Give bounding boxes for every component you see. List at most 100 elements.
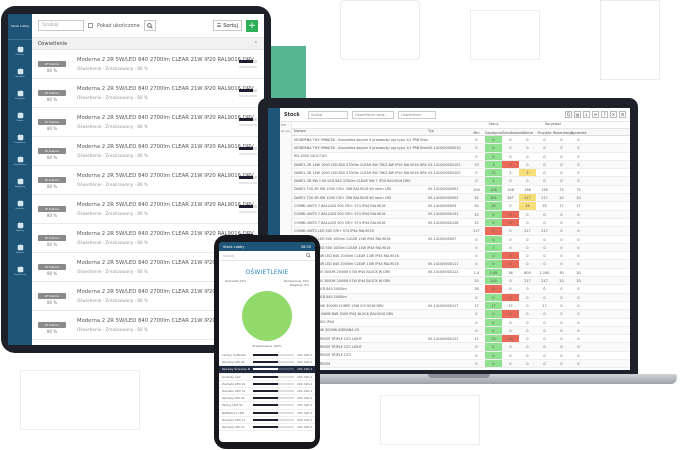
list-item[interactable]: Lampy Sufitowe 201 020,10 [219, 352, 315, 360]
table-row[interactable]: OLYMPIA 4 ZR LED 840 2000lm 28 0 0 0 0 0 0 [292, 285, 630, 294]
column-header[interactable]: Nazwa [292, 129, 428, 135]
cell-name: COMBI-UNITS 7 BALLLED 500 CRI+ 574 IP44 … [294, 212, 386, 217]
phone-search[interactable]: Szukaj [219, 251, 315, 261]
table-row[interactable]: COMBI-UNITS LED 500 CRI+ 574 IP44 RAL901… [292, 227, 630, 236]
list-item[interactable]: Oprawy LED 1L 201 020,10 [219, 424, 315, 432]
table-row[interactable]: OLYMPIA 4 ZR 8W LED 840 2000lm CLEAR 13W… [292, 260, 630, 269]
show-completed-checkbox[interactable] [88, 23, 93, 28]
table-row[interactable]: COMBI-UNITS LED 500 1000m CLEAR 13W IP44… [292, 243, 630, 253]
subcategory-select[interactable]: Oświetlenie [398, 110, 436, 119]
list-item[interactable]: W trakcie 80 % Moderna 2 2R 5W/LED 840 270… [32, 108, 264, 137]
sidebar-item[interactable]: Produkty [8, 194, 32, 216]
table-row[interactable]: DAJORA BUS 8W/ 3000M 2000M 07W IP44 BLOC… [292, 268, 630, 278]
add-button[interactable]: + [246, 19, 258, 32]
sidebar-item[interactable]: Ustawienia [8, 128, 32, 150]
list-item[interactable]: Taśmy LED 5L 201 020,10 [219, 402, 315, 410]
cell-value: 800 [524, 270, 531, 275]
list-item[interactable]: W trakcie 80 % Moderna 2 2R 5W/LED 840 270… [32, 166, 264, 195]
sidebar-item[interactable]: Historia [8, 238, 32, 260]
table-row[interactable]: DARE2 T00-3R 9W 1000 CRI+ 398 RAL9016 W/… [292, 194, 630, 203]
table-row[interactable]: CAPSULE NOR TRIOM TRIPLE CZ3 LIGHT 0 0 0 0 0 0… [292, 343, 630, 352]
table-row[interactable]: OLYMPIA 2 ZR 8W 3000W ADRIANA 25 0 0 0 0 0 0 0 [292, 326, 630, 336]
table-row[interactable]: CAPSULE NOR TRIOM TRIPLE CZ3 LIGHT 05-141… [292, 335, 630, 344]
list-item[interactable]: W trakcie 80 % Moderna 2 2R 5W/LED 840 270… [32, 195, 264, 224]
column-header[interactable]: Zamówione [502, 129, 522, 135]
sidebar-item[interactable]: Dostawy [8, 40, 32, 62]
toolbar-icon[interactable]: ⚙ [619, 111, 626, 118]
table-row[interactable]: COMBI-UNITS 7 BALLLED 500 CRI+ 574 IP44 … [292, 218, 630, 228]
pie-slice[interactable] [242, 291, 292, 341]
table-row[interactable]: DARE2-2R 14W 1000 LED 840 3700lm CLEAR 4… [292, 160, 630, 170]
table-row[interactable]: COMBI-UNITS 7 BALLLED 500 CRI+ 574 IP44 … [292, 202, 630, 211]
column-header[interactable]: Wolne [519, 129, 536, 135]
chevron-up-icon[interactable]: ⌃ [254, 41, 258, 47]
toolbar-icon[interactable]: ✕ [610, 111, 617, 118]
sort-button[interactable]: ☰ Sortuj [212, 20, 242, 31]
search-input[interactable]: Szukaj [308, 110, 348, 119]
list-item[interactable]: Żarówki LED 2L 201 020,10 [219, 381, 315, 388]
cell-value: 0 [509, 237, 512, 242]
table-row[interactable]: COMBI-UNITS LED 500 1000m CLEAR 13W IP44… [292, 235, 630, 244]
progress-bar [239, 89, 257, 92]
column-header[interactable]: Przyjęte [536, 129, 553, 135]
cell-value: 32 [474, 196, 479, 201]
toolbar-icon[interactable]: Q [565, 111, 572, 118]
table-row[interactable]: DAJORA BUS 8W/ 3000M 2000M 07W IP44 BLOC… [292, 277, 630, 286]
list-item[interactable]: Oprawy LED 5L 201 020,10 [219, 395, 315, 403]
list-item[interactable]: Oprawy Ścienne 3D 201 020,10 [219, 366, 315, 374]
table-row[interactable]: DARE2-3R 9W 1 0E LED 840 3700lm CLEAR 9W… [292, 177, 630, 186]
toolbar-icon[interactable]: ⟳ [592, 111, 599, 118]
toolbar-icon[interactable]: ▤ [574, 111, 581, 118]
table-row[interactable]: MODULO 2 RAL SWIM BAR 3000 IP44 BLOCK RA… [292, 310, 630, 319]
cell-value: 0 [485, 293, 502, 301]
list-item[interactable]: W trakcie 80 % Moderna 2 2R 5W/LED 840 270… [32, 137, 264, 166]
table-row[interactable]: CAPSULE NOR TRIOM0000000 [292, 360, 630, 369]
cell-value: 0 [577, 237, 580, 242]
item-label: Żarówki LED 1L [222, 417, 246, 422]
cell-name: COMBI-UNITS 7 BALLLED 500 CRI+ 574 IP44 … [294, 204, 386, 209]
list-item[interactable]: W trakcie 80 % Moderna 2 2R 5W/LED 840 270… [32, 79, 264, 108]
sidebar-item[interactable]: Sprzedaż [8, 62, 32, 84]
cell-value: 25 [474, 220, 479, 225]
table-row[interactable]: CAPSULE NOR TRIOM TRIPLE CZ3 0 0 0 0 0 0 0 [292, 351, 630, 361]
list-item[interactable]: Reflektory LED 201 020,10 [219, 410, 315, 417]
search-button[interactable] [143, 20, 156, 31]
list-item[interactable]: Oprawy LED 3L 201 020,10 [219, 359, 315, 367]
table-row[interactable]: COMBI-UNITS 7 BALLLED 500 CRI+ 574 IP44 … [292, 210, 630, 219]
cell-value: 0 [560, 303, 563, 308]
sidebar-item[interactable]: Raporty [8, 216, 32, 238]
category-select[interactable]: Oświetlenie wew... [352, 110, 394, 119]
section-header[interactable]: Oświetlenie ⌃ [32, 38, 264, 50]
list-item[interactable]: Kinkiety Led 201 020,10 [219, 374, 315, 381]
column-header[interactable]: Typ [428, 129, 468, 135]
toolbar-icon[interactable]: ? [601, 111, 608, 118]
column-header[interactable]: Min [468, 129, 485, 135]
table-row[interactable]: OLYMPIA 4 ZR 8W LED 840 2000lm CLEAR 13W… [292, 252, 630, 261]
column-header[interactable]: Dostępne [485, 129, 502, 135]
cell-value: 0 [560, 337, 563, 342]
table-row[interactable]: RD-1005 14U17-IIO 0 0 0 0 0 0 0 [292, 152, 630, 161]
table-row[interactable]: MODERNA THX 9966/38 - Szuszarka doyam 5 … [292, 136, 630, 145]
table-row[interactable]: MODULO TECHNIK 3000M CORPE 25W IC5 9016 … [292, 301, 630, 311]
toolbar-icon[interactable]: ↓ [583, 111, 590, 118]
list-item[interactable]: W trakcie 80 % Moderna 2 2R 5W/LED 840 270… [32, 50, 264, 79]
table-row[interactable]: DARE2 T00-3R 9W 1000 CRI+ 398 RAL9016 W/… [292, 185, 630, 195]
table-row[interactable]: OLYMPIA 4 ZR LED 840 2000lm 0 0 0 0 0 0 0 [292, 293, 630, 302]
sidebar-item[interactable]: Użytkownicy [8, 150, 32, 172]
cell-value: 0 [475, 312, 478, 317]
sidebar-item[interactable]: Zamówienia [8, 260, 32, 282]
status-badge: W trakcie [38, 293, 66, 299]
sidebar-item[interactable]: Pomoc [8, 106, 32, 128]
table-row[interactable]: MODERNA THX 9966/38 - Szuszarka doyam 5 … [292, 144, 630, 153]
sidebar-item[interactable]: Statystyki [8, 84, 32, 106]
table-row[interactable]: DARE2-3R 14W 1000 LED 840 3700lm CLEAR 4… [292, 169, 630, 178]
search-input[interactable]: Szukaj [38, 20, 84, 31]
sort-label: Sortuj [223, 22, 238, 29]
column-header[interactable]: Rezerwacja [553, 129, 573, 135]
sidebar-item[interactable]: Magazyny [8, 172, 32, 194]
column-header[interactable]: Sprzedaż [570, 129, 587, 135]
list-item[interactable]: Żarówki LED 1L 201 020,10 [219, 417, 315, 424]
laptop-notch [428, 374, 490, 378]
table-row[interactable]: MODULO 2 R 3000 IP440000000 [292, 318, 630, 327]
list-item[interactable]: Żarówki LED 3L 201 020,10 [219, 388, 315, 396]
